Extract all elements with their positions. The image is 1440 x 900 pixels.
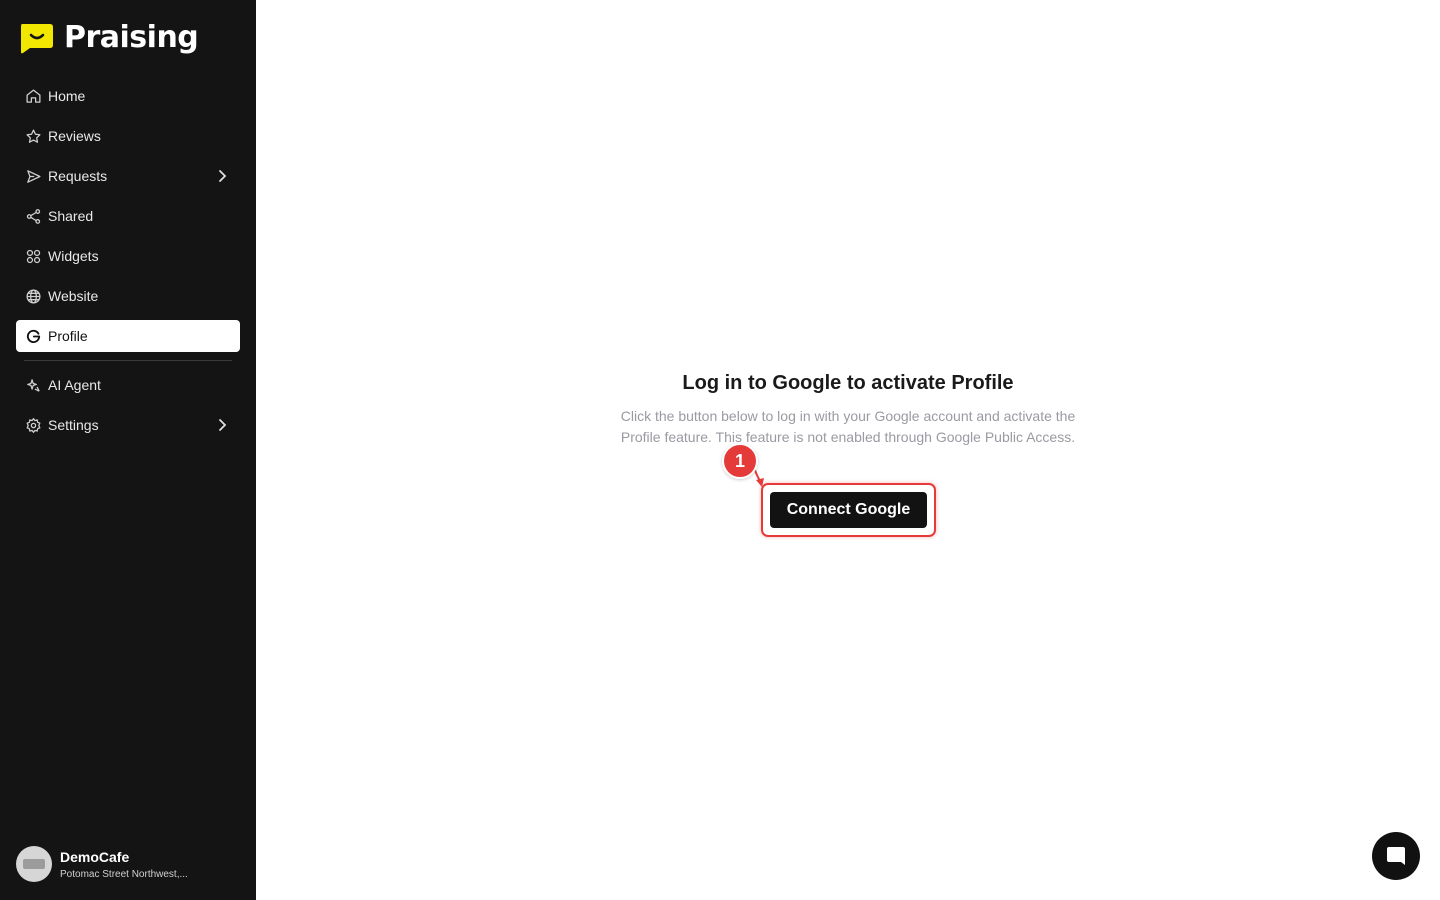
page-description: Click the button below to log in with yo…	[620, 408, 1076, 445]
sidebar-item-label: Settings	[48, 417, 99, 433]
home-icon	[24, 87, 42, 105]
chevron-right-icon[interactable]	[214, 417, 230, 433]
widgets-icon	[24, 247, 42, 265]
smile-logo-icon	[21, 23, 53, 53]
star-icon	[24, 127, 42, 145]
sidebar-item-label: Website	[48, 288, 99, 304]
connect-google-button[interactable]: Connect Google	[770, 492, 927, 528]
globe-icon	[24, 287, 42, 305]
account-address: Potomac Street Northwest,...	[60, 868, 188, 880]
avatar-image	[23, 859, 45, 869]
sidebar-nav: Home Reviews Requests Shared Widgets Web…	[16, 80, 240, 449]
brand-name: Praising	[64, 20, 199, 55]
send-icon	[24, 167, 42, 185]
sidebar-item-requests[interactable]: Requests	[16, 160, 240, 192]
sidebar-item-widgets[interactable]: Widgets	[16, 240, 240, 272]
sidebar-item-label: Home	[48, 88, 86, 104]
sidebar-item-ai-agent[interactable]: AI Agent	[16, 369, 240, 401]
account-name: DemoCafe	[60, 848, 130, 865]
chevron-right-icon[interactable]	[214, 168, 230, 184]
chat-launcher-button[interactable]	[1372, 832, 1420, 880]
sidebar-item-website[interactable]: Website	[16, 280, 240, 312]
sparkle-icon	[24, 376, 42, 394]
sidebar-item-label: Widgets	[48, 248, 99, 264]
sidebar-item-profile[interactable]: Profile	[16, 320, 240, 352]
share-icon	[24, 207, 42, 225]
google-icon	[24, 327, 42, 345]
gear-icon	[24, 416, 42, 434]
sidebar-item-settings[interactable]: Settings	[16, 409, 240, 441]
page-title: Log in to Google to activate Profile	[682, 372, 1014, 394]
account-info: DemoCafe Potomac Street Northwest,...	[60, 849, 188, 880]
avatar	[16, 846, 52, 882]
sidebar-item-label: Reviews	[48, 128, 101, 144]
sidebar-divider	[24, 360, 232, 361]
step-badge: 1	[722, 443, 758, 479]
sidebar: Praising Home Reviews Requests Shared Wi…	[0, 0, 256, 900]
brand-logo[interactable]: Praising	[18, 20, 199, 55]
account-switcher[interactable]: DemoCafe Potomac Street Northwest,...	[16, 846, 188, 882]
sidebar-item-label: Requests	[48, 168, 108, 184]
sidebar-item-label: AI Agent	[48, 377, 101, 393]
chat-bubble-icon	[1387, 847, 1405, 865]
sidebar-item-home[interactable]: Home	[16, 80, 240, 112]
sidebar-item-reviews[interactable]: Reviews	[16, 120, 240, 152]
main-content: Log in to Google to activate Profile Cli…	[256, 0, 1440, 900]
sidebar-item-label: Shared	[48, 208, 94, 224]
sidebar-item-label: Profile	[48, 328, 88, 344]
sidebar-item-shared[interactable]: Shared	[16, 200, 240, 232]
